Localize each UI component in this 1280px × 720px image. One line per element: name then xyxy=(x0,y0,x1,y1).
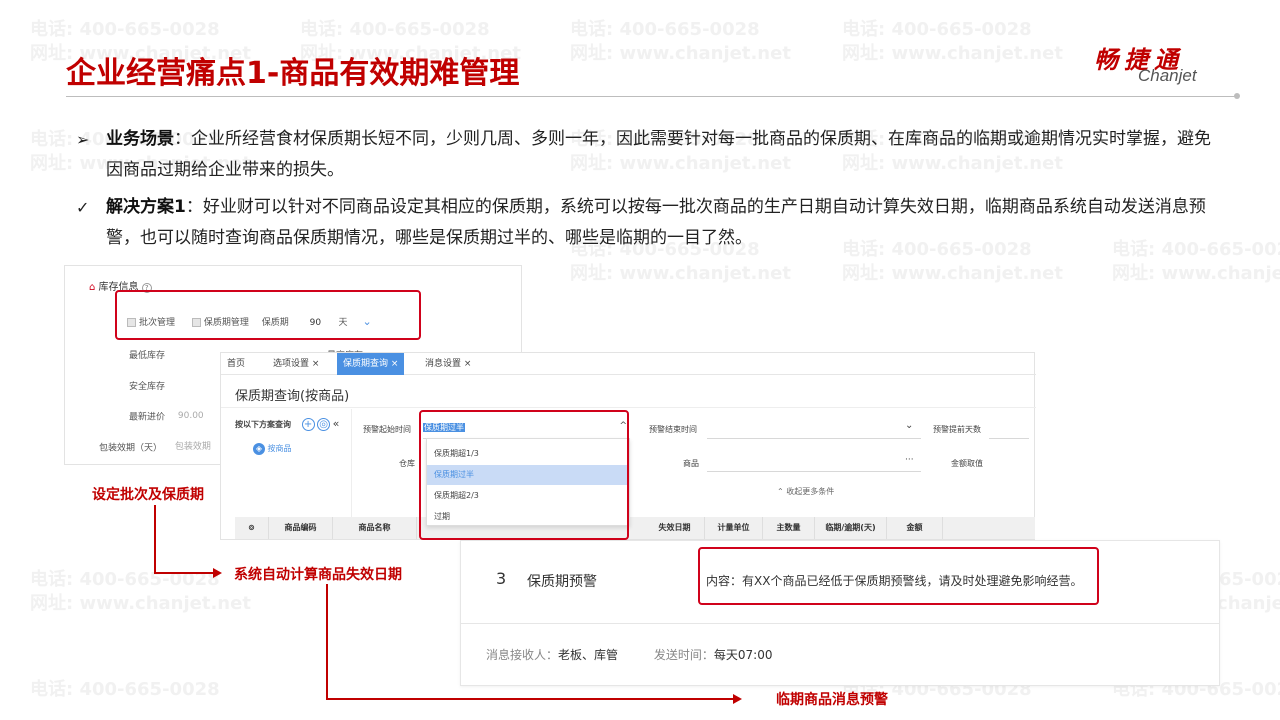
column-header[interactable]: 临期/逾期(天) xyxy=(815,517,887,539)
warn-end-label: 预警结束时间 xyxy=(649,425,697,434)
tab-options[interactable]: 选项设置 × xyxy=(267,353,325,375)
receivers-label: 消息接收人： xyxy=(486,648,559,662)
column-header[interactable]: 主数量 xyxy=(763,517,815,539)
arrow-head-icon xyxy=(213,568,222,578)
advance-days-underline xyxy=(989,438,1029,439)
house-icon: ⌂ xyxy=(89,282,96,293)
warn-end-underline xyxy=(707,438,921,439)
target-icon[interactable]: ◎ xyxy=(317,418,331,431)
batch-highlight-box xyxy=(115,290,421,340)
divider xyxy=(221,407,1036,408)
latest-price-row: 最新进价 90.00 xyxy=(129,409,224,425)
watermark: 电话: 400-665-0028网址: www.chanjet.net xyxy=(842,19,1063,64)
message-name: 保质期预警 xyxy=(527,574,597,590)
bullet-text: 业务场景：企业所经营食材保质期长短不同，少则几周、多则一年，因此需要针对每一批商… xyxy=(106,124,1216,186)
arrow-connector xyxy=(326,584,328,700)
title-divider-dot xyxy=(1234,93,1240,99)
goods-scheme-icon: ◈ xyxy=(253,443,265,455)
divider xyxy=(461,623,1219,624)
dropdown-highlight-box xyxy=(419,410,629,540)
package-label: 包装效期（天） xyxy=(99,443,163,454)
title-divider xyxy=(66,96,1238,97)
column-header[interactable]: 计量单位 xyxy=(705,517,763,539)
arrow-bullet-icon: ➢ xyxy=(76,130,90,149)
logo-en-text: Chanjet xyxy=(1138,66,1197,85)
chevron-up-icon: ⌃ xyxy=(777,487,784,496)
latest-price-label: 最新进价 xyxy=(129,412,166,423)
bullet-body: ：企业所经营食材保质期长短不同，少则几周、多则一年，因此需要针对每一批商品的保质… xyxy=(106,129,1211,180)
check-bullet-icon: ✓ xyxy=(76,198,90,217)
watermark: 电话: 400-665-0028网址: www.chanjet.net xyxy=(570,19,791,64)
chanjet-logo: 畅捷通 Chanjet xyxy=(1094,40,1234,90)
collapse-left-icon[interactable]: « xyxy=(333,417,340,430)
latest-price-input[interactable]: 90.00 xyxy=(174,409,224,425)
arrow-connector xyxy=(326,698,734,700)
result-table-header: ⊚ 商品编码 商品名称 失效日期 计量单位 主数量 临期/逾期(天) 金额 xyxy=(235,517,1035,539)
watermark: 电话: 400-665-0028 xyxy=(30,679,220,700)
arrow-head-icon xyxy=(733,694,742,704)
column-header[interactable]: 金额 xyxy=(887,517,943,539)
column-header[interactable]: 失效日期 xyxy=(645,517,705,539)
arrow-connector xyxy=(154,572,214,574)
goods-label: 商品 xyxy=(683,459,699,468)
scheme-row: 按以下方案查询 + ◎ « xyxy=(235,417,339,431)
settings-icon[interactable]: ⊚ xyxy=(235,517,269,539)
min-stock-label: 最低库存 xyxy=(129,351,166,361)
bullet-label: 业务场景 xyxy=(106,129,174,149)
goods-underline xyxy=(707,471,921,472)
add-scheme-icon[interactable]: + xyxy=(301,418,315,431)
amount-label: 金额取值 xyxy=(951,459,983,468)
send-time-value: 每天07:00 xyxy=(713,648,773,662)
scheme-label: 按以下方案查询 xyxy=(235,420,291,429)
tab-message-settings[interactable]: 消息设置 × xyxy=(419,353,477,375)
advance-days-label: 预警提前天数 xyxy=(933,425,981,434)
collapse-label: 收起更多条件 xyxy=(786,487,835,496)
warn-start-label: 预警起始时间 xyxy=(363,425,411,434)
bullet-body: ：好业财可以针对不同商品设定其相应的保质期，系统可以按每一批次商品的生产日期自动… xyxy=(106,197,1206,248)
tab-home[interactable]: 首页 xyxy=(221,353,251,375)
arrow-connector xyxy=(154,505,156,573)
more-icon[interactable]: ··· xyxy=(905,455,914,465)
page-title: 企业经营痛点1-商品有效期难管理 xyxy=(66,56,520,91)
bullet-text: 解决方案1：好业财可以针对不同商品设定其相应的保质期，系统可以按每一批次商品的生… xyxy=(106,192,1216,254)
annotation-expiry-msg: 临期商品消息预警 xyxy=(776,692,888,708)
message-index: 3 xyxy=(496,569,507,588)
annotation-set-batch: 设定批次及保质期 xyxy=(92,487,204,503)
tab-shelf-life-query[interactable]: 保质期查询 × xyxy=(337,353,405,375)
message-highlight-box xyxy=(698,547,1099,605)
by-goods-scheme[interactable]: ◈ 按商品 xyxy=(253,443,292,455)
collapse-conditions-link[interactable]: ⌃ 收起更多条件 xyxy=(777,486,834,497)
safe-stock-label: 安全库存 xyxy=(129,382,166,392)
tab-bar: 首页 选项设置 × 保质期查询 × 消息设置 × xyxy=(221,353,1036,375)
column-header[interactable]: 商品编码 xyxy=(269,517,333,539)
chevron-down-icon[interactable]: ⌄ xyxy=(905,420,913,431)
receivers-row: 消息接收人：老板、库管 发送时间：每天07:00 xyxy=(486,646,772,663)
package-input[interactable]: 包装效期 xyxy=(171,440,221,456)
column-header[interactable]: 商品名称 xyxy=(333,517,417,539)
send-time-label: 发送时间： xyxy=(653,648,714,662)
filter-divider xyxy=(351,409,352,517)
query-title: 保质期查询(按商品) xyxy=(235,389,350,404)
warehouse-label: 仓库 xyxy=(399,459,415,468)
annotation-auto-calc: 系统自动计算商品失效日期 xyxy=(234,567,402,583)
package-row: 包装效期（天） 包装效期 xyxy=(99,440,221,456)
bullet-label: 解决方案1 xyxy=(106,197,186,217)
by-goods-label: 按商品 xyxy=(267,444,292,453)
receivers-value: 老板、库管 xyxy=(558,648,619,662)
